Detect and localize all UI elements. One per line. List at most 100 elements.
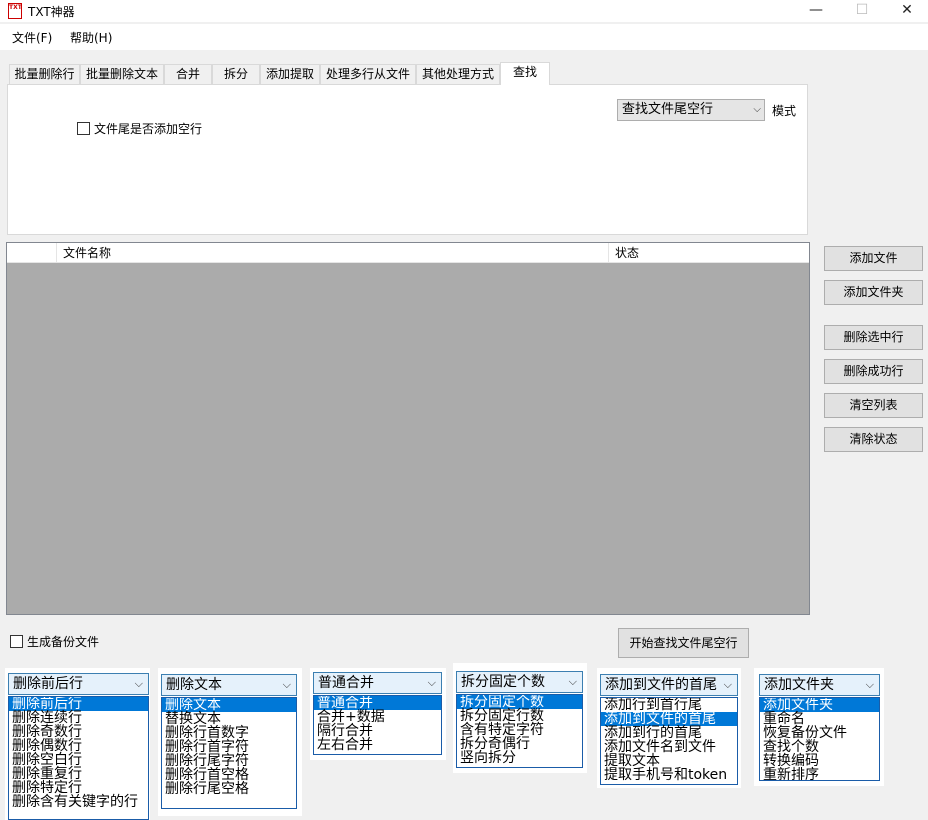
dropdown-preview-delete-text: 删除文本 ⌵ 删除文本 替换文本 删除行首数字 删除行首字符 删除行尾字符 删除… [158, 668, 302, 816]
delete-text-select-value: 删除文本 [166, 677, 222, 693]
dropdown-option[interactable]: 恢复备份文件 [760, 726, 879, 740]
tab-multiline-from-file[interactable]: 处理多行从文件 [320, 64, 416, 84]
tab-find[interactable]: 查找 [500, 62, 550, 85]
dropdown-option[interactable]: 删除行首数字 [162, 726, 296, 740]
tab-add-extract[interactable]: 添加提取 [260, 64, 320, 84]
dropdown-option[interactable]: 删除行尾字符 [162, 754, 296, 768]
tab-split[interactable]: 拆分 [212, 64, 260, 84]
chevron-down-icon: ⌵ [865, 678, 874, 691]
dropdown-option[interactable]: 添加文件名到文件 [601, 740, 737, 754]
dropdown-option[interactable]: 拆分固定个数 [457, 695, 582, 709]
dropdown-preview-delete-lines: 删除前后行 ⌵ 删除前后行 删除连续行 删除奇数行 删除偶数行 删除空白行 删除… [5, 668, 150, 820]
dropdown-option[interactable]: 添加到文件的首尾 [601, 712, 737, 726]
chevron-down-icon: ⌵ [427, 676, 436, 689]
dropdown-option[interactable]: 删除奇数行 [9, 725, 148, 739]
split-select-value: 拆分固定个数 [461, 674, 545, 690]
dropdown-option[interactable]: 合并+数据 [314, 710, 441, 724]
dropdown-option[interactable]: 提取手机号和token [601, 768, 737, 782]
tab-batch-delete-text[interactable]: 批量删除文本 [80, 64, 164, 84]
delete-lines-select[interactable]: 删除前后行 ⌵ [8, 673, 149, 695]
dropdown-option[interactable]: 删除行首空格 [162, 768, 296, 782]
dropdown-option[interactable]: 删除前后行 [9, 697, 148, 711]
dropdown-option[interactable]: 拆分奇偶行 [457, 737, 582, 751]
add-extract-select-value: 添加到文件的首尾 [605, 677, 717, 693]
dropdown-option[interactable]: 删除特定行 [9, 781, 148, 795]
split-select[interactable]: 拆分固定个数 ⌵ [456, 671, 583, 693]
add-file-button[interactable]: 添加文件 [824, 246, 923, 271]
window-title: TXT神器 [28, 5, 75, 19]
dropdown-option[interactable]: 含有特定字符 [457, 723, 582, 737]
backup-label: 生成备份文件 [27, 635, 100, 649]
tab-batch-delete-lines[interactable]: 批量删除行 [9, 64, 80, 84]
merge-options: 普通合并 合并+数据 隔行合并 左右合并 [313, 695, 442, 755]
chevron-down-icon: ⌵ [134, 677, 143, 690]
merge-select-value: 普通合并 [318, 675, 374, 691]
dropdown-option[interactable]: 添加到行的首尾 [601, 726, 737, 740]
column-header-filename[interactable]: 文件名称 [57, 243, 609, 263]
menu-file[interactable]: 文件(F) [12, 29, 52, 46]
app-icon: TXT [8, 3, 22, 19]
mode-select-value: 查找文件尾空行 [622, 102, 714, 117]
backup-checkbox[interactable] [10, 635, 23, 648]
dropdown-option[interactable]: 重新排序 [760, 768, 879, 780]
dropdown-option[interactable]: 查找个数 [760, 740, 879, 754]
dropdown-option[interactable]: 删除行首字符 [162, 740, 296, 754]
dropdown-option[interactable]: 左右合并 [314, 738, 441, 752]
other-methods-options: 添加文件夹 重命名 恢复备份文件 查找个数 转换编码 重新排序 [759, 697, 880, 781]
delete-lines-select-value: 删除前后行 [13, 676, 83, 692]
append-empty-line-checkbox[interactable] [77, 122, 90, 135]
add-extract-options: 添加行到首行尾 添加到文件的首尾 添加到行的首尾 添加文件名到文件 提取文本 提… [600, 697, 738, 785]
menu-help[interactable]: 帮助(H) [70, 29, 112, 46]
add-folder-button[interactable]: 添加文件夹 [824, 280, 923, 305]
dropdown-option[interactable]: 隔行合并 [314, 724, 441, 738]
delete-text-select[interactable]: 删除文本 ⌵ [161, 674, 297, 696]
dropdown-option[interactable]: 删除含有关键字的行 [9, 795, 148, 809]
dropdown-option[interactable]: 竖向拆分 [457, 751, 582, 765]
dropdown-option[interactable]: 普通合并 [314, 696, 441, 710]
merge-select[interactable]: 普通合并 ⌵ [313, 672, 442, 694]
dropdown-option[interactable]: 删除连续行 [9, 711, 148, 725]
chevron-down-icon: ⌵ [753, 104, 761, 115]
delete-selected-rows-button[interactable]: 删除选中行 [824, 325, 923, 350]
add-extract-select[interactable]: 添加到文件的首尾 ⌵ [600, 674, 738, 696]
dropdown-preview-merge: 普通合并 ⌵ 普通合并 合并+数据 隔行合并 左右合并 [310, 668, 446, 760]
start-find-button[interactable]: 开始查找文件尾空行 [618, 628, 749, 658]
dropdown-option[interactable]: 删除文本 [162, 698, 296, 712]
dropdown-option[interactable]: 删除行尾空格 [162, 782, 296, 796]
mode-select[interactable]: 查找文件尾空行 ⌵ [617, 99, 765, 121]
dropdown-option[interactable]: 提取文本 [601, 754, 737, 768]
chevron-down-icon: ⌵ [568, 675, 577, 688]
file-list[interactable]: 文件名称 状态 [6, 242, 810, 615]
delete-success-rows-button[interactable]: 删除成功行 [824, 359, 923, 384]
clear-list-button[interactable]: 清空列表 [824, 393, 923, 418]
minimize-button[interactable]: — [793, 0, 839, 22]
tab-merge[interactable]: 合并 [164, 64, 212, 84]
maximize-button[interactable]: ☐ [839, 0, 885, 22]
find-tab-panel: 文件尾是否添加空行 查找文件尾空行 ⌵ 模式 [7, 84, 808, 235]
append-empty-line-label: 文件尾是否添加空行 [94, 122, 203, 136]
dropdown-option[interactable]: 添加行到首行尾 [601, 698, 737, 712]
column-header-status[interactable]: 状态 [609, 243, 809, 263]
delete-text-options: 删除文本 替换文本 删除行首数字 删除行首字符 删除行尾字符 删除行首空格 删除… [161, 697, 297, 809]
dropdown-option[interactable]: 重命名 [760, 712, 879, 726]
dropdown-option[interactable]: 替换文本 [162, 712, 296, 726]
tab-other-methods[interactable]: 其他处理方式 [416, 64, 500, 84]
dropdown-option[interactable]: 删除空白行 [9, 753, 148, 767]
dropdown-option[interactable]: 拆分固定行数 [457, 709, 582, 723]
clear-status-button[interactable]: 清除状态 [824, 427, 923, 452]
dropdown-preview-split: 拆分固定个数 ⌵ 拆分固定个数 拆分固定行数 含有特定字符 拆分奇偶行 竖向拆分 [453, 663, 587, 773]
delete-lines-options: 删除前后行 删除连续行 删除奇数行 删除偶数行 删除空白行 删除重复行 删除特定… [8, 696, 149, 820]
dropdown-preview-add-extract: 添加到文件的首尾 ⌵ 添加行到首行尾 添加到文件的首尾 添加到行的首尾 添加文件… [597, 668, 741, 788]
dropdown-option[interactable]: 转换编码 [760, 754, 879, 768]
dropdown-option[interactable]: 删除偶数行 [9, 739, 148, 753]
dropdown-preview-other: 添加文件夹 ⌵ 添加文件夹 重命名 恢复备份文件 查找个数 转换编码 重新排序 [754, 668, 884, 786]
chevron-down-icon: ⌵ [723, 678, 732, 691]
title-bar: TXT TXT神器 — ☐ ✕ [0, 0, 928, 22]
chevron-down-icon: ⌵ [282, 678, 291, 691]
column-header-index[interactable] [7, 243, 57, 263]
dropdown-option[interactable]: 添加文件夹 [760, 698, 879, 712]
close-button[interactable]: ✕ [884, 0, 928, 22]
other-methods-select[interactable]: 添加文件夹 ⌵ [759, 674, 880, 696]
split-options: 拆分固定个数 拆分固定行数 含有特定字符 拆分奇偶行 竖向拆分 [456, 694, 583, 768]
dropdown-option[interactable]: 删除重复行 [9, 767, 148, 781]
